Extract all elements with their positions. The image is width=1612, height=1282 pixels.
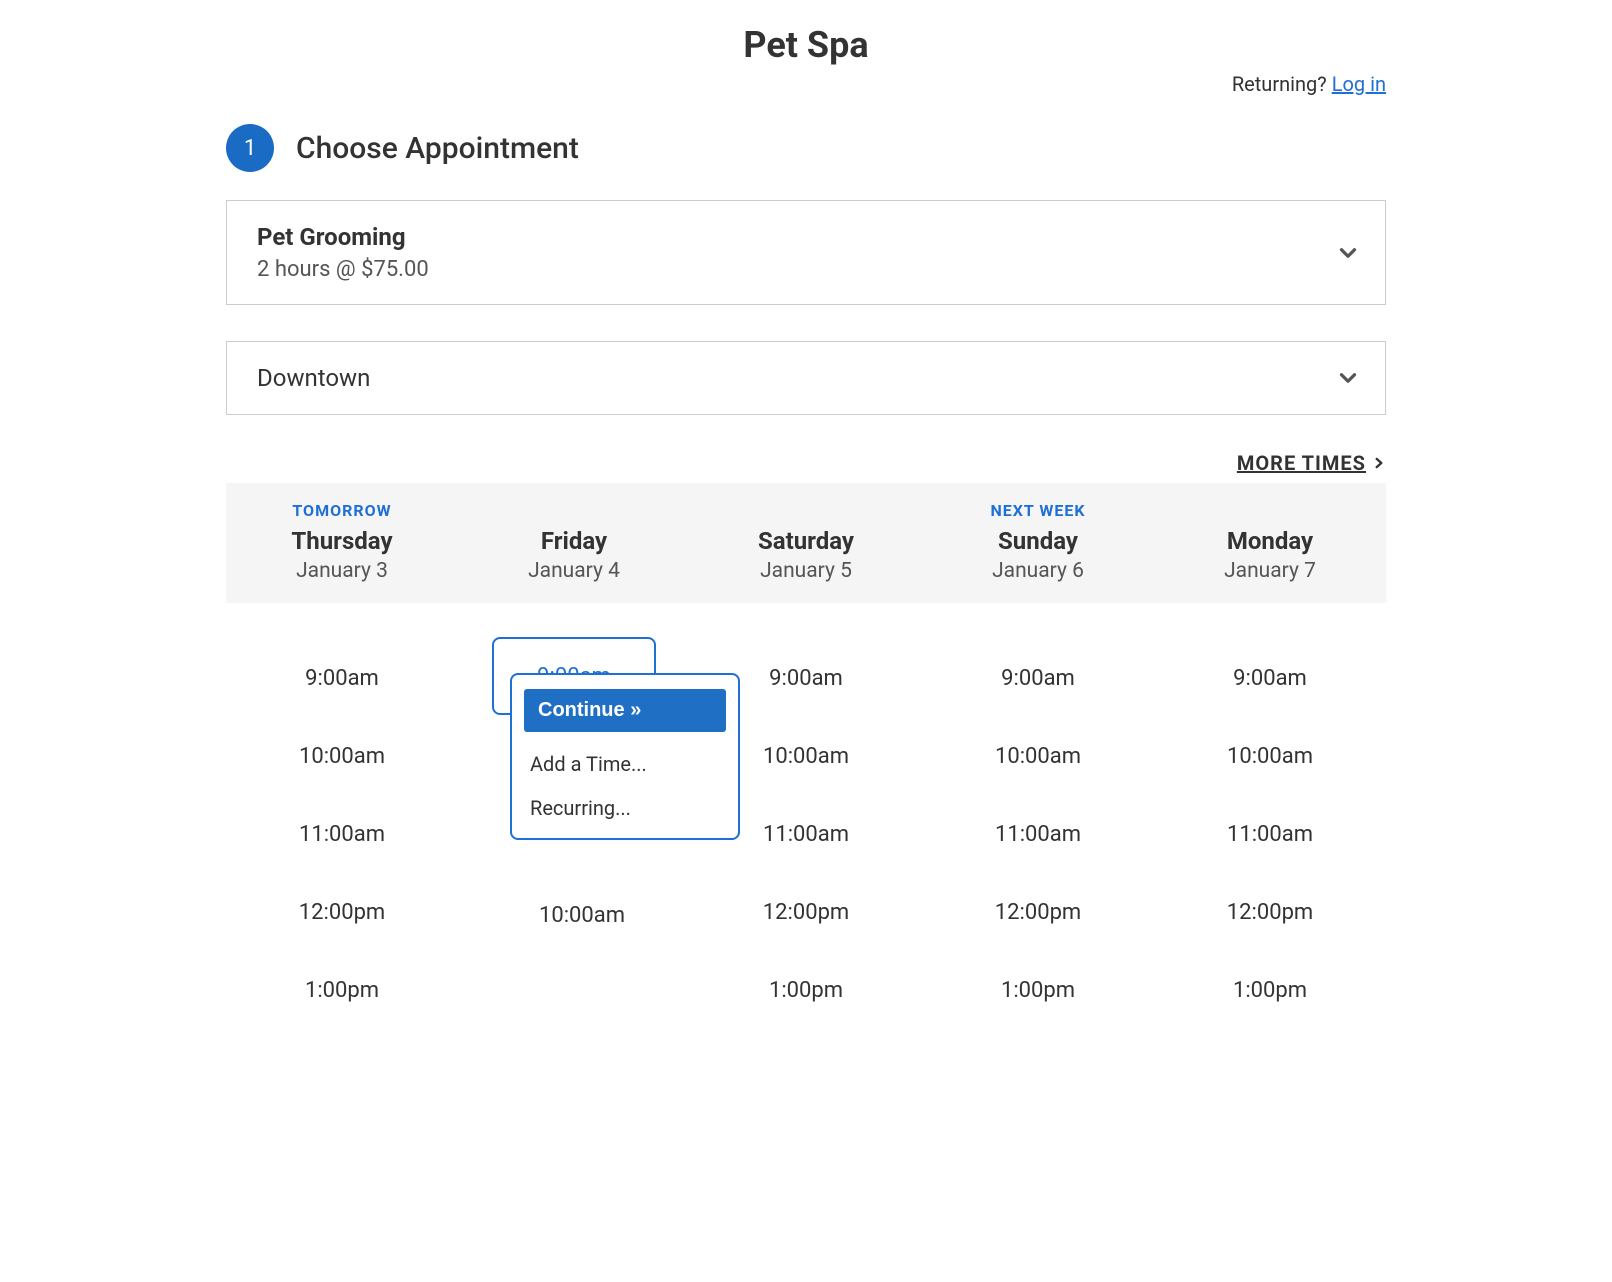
- more-times-link[interactable]: MORE TIMES: [1237, 451, 1386, 475]
- service-name: Pet Grooming: [257, 223, 1355, 251]
- calendar-body: 9:00am 10:00am 11:00am 12:00pm 1:00pm 9:…: [226, 603, 1386, 1029]
- day-badge: [458, 501, 690, 523]
- time-slot[interactable]: 11:00am: [922, 795, 1154, 873]
- more-times-label: MORE TIMES: [1237, 451, 1366, 475]
- add-time-link[interactable]: Add a Time...: [524, 738, 726, 776]
- continue-button[interactable]: Continue »: [524, 689, 726, 732]
- chevron-down-icon: [1335, 240, 1361, 266]
- time-slot[interactable]: 9:00am: [226, 639, 458, 717]
- day-date: January 7: [1154, 559, 1386, 583]
- time-slot[interactable]: 10:00am: [226, 717, 458, 795]
- service-selector[interactable]: Pet Grooming 2 hours @ $75.00: [226, 200, 1386, 305]
- time-slot[interactable]: 1:00pm: [922, 951, 1154, 1029]
- day-badge: TOMORROW: [226, 501, 458, 523]
- time-slot[interactable]: 12:00pm: [1154, 873, 1386, 951]
- time-slot[interactable]: 9:00am: [922, 639, 1154, 717]
- step-title: Choose Appointment: [296, 131, 579, 166]
- day-name: Friday: [458, 527, 690, 555]
- day-name: Thursday: [226, 527, 458, 555]
- calendar: TOMORROW Thursday January 3 Friday Janua…: [226, 483, 1386, 1029]
- time-slot[interactable]: 10:00am: [922, 717, 1154, 795]
- calendar-slot-col: 9:00am 10:00am 11:00am 12:00pm 1:00pm: [1154, 639, 1386, 1029]
- slot-popover: Continue » Add a Time... Recurring...: [510, 673, 740, 840]
- day-name: Monday: [1154, 527, 1386, 555]
- day-date: January 3: [226, 559, 458, 583]
- time-slot[interactable]: 12:00pm: [922, 873, 1154, 951]
- recurring-link[interactable]: Recurring...: [524, 782, 726, 820]
- time-slot[interactable]: 12:00pm: [690, 873, 922, 951]
- location-selector[interactable]: Downtown: [226, 341, 1386, 415]
- calendar-slot-col: 9:00am 10:00am 11:00am 12:00pm 1:00pm: [922, 639, 1154, 1029]
- login-link[interactable]: Log in: [1332, 72, 1386, 96]
- step-header: 1 Choose Appointment: [226, 124, 1386, 172]
- time-slot[interactable]: 1:00pm: [690, 951, 922, 1029]
- time-slot[interactable]: 11:00am: [226, 795, 458, 873]
- day-name: Saturday: [690, 527, 922, 555]
- returning-label: Returning?: [1232, 72, 1327, 96]
- calendar-day-col: Friday January 4: [458, 501, 690, 583]
- time-slot[interactable]: 11:00am: [1154, 795, 1386, 873]
- calendar-slot-col: 9:00am 10:00am 11:00am 12:00pm 1:00pm: [226, 639, 458, 1029]
- returning-bar: Returning? Log in: [226, 72, 1386, 124]
- calendar-day-col: Monday January 7: [1154, 501, 1386, 583]
- time-slot[interactable]: 9:00am: [1154, 639, 1386, 717]
- calendar-day-col: Saturday January 5: [690, 501, 922, 583]
- time-slot[interactable]: 10:00am: [482, 903, 682, 928]
- service-detail: 2 hours @ $75.00: [257, 257, 1355, 282]
- step-number-badge: 1: [226, 124, 274, 172]
- day-badge: [1154, 501, 1386, 523]
- chevron-right-icon: [1372, 454, 1386, 472]
- day-name: Sunday: [922, 527, 1154, 555]
- day-date: January 6: [922, 559, 1154, 583]
- day-date: January 5: [690, 559, 922, 583]
- time-slot[interactable]: 10:00am: [1154, 717, 1386, 795]
- calendar-day-col: NEXT WEEK Sunday January 6: [922, 501, 1154, 583]
- page-title: Pet Spa: [226, 0, 1386, 72]
- time-slot[interactable]: 1:00pm: [1154, 951, 1386, 1029]
- time-slot[interactable]: 12:00pm: [226, 873, 458, 951]
- calendar-day-col: TOMORROW Thursday January 3: [226, 501, 458, 583]
- time-slot-empty: [458, 949, 690, 1027]
- day-badge: [690, 501, 922, 523]
- location-name: Downtown: [257, 364, 1355, 392]
- calendar-header: TOMORROW Thursday January 3 Friday Janua…: [226, 483, 1386, 603]
- day-badge: NEXT WEEK: [922, 501, 1154, 523]
- chevron-down-icon: [1335, 365, 1361, 391]
- time-slot[interactable]: 1:00pm: [226, 951, 458, 1029]
- day-date: January 4: [458, 559, 690, 583]
